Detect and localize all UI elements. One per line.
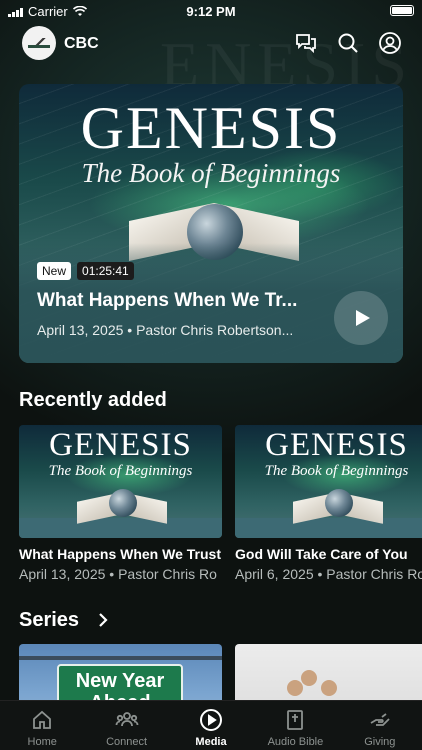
brand-name: CBC bbox=[64, 35, 99, 52]
series-card[interactable]: New Year Ahead bbox=[19, 644, 222, 704]
recently-added-row: GENESIS The Book of Beginnings What Happ… bbox=[19, 425, 422, 585]
tab-audio-bible[interactable]: Audio Bible bbox=[253, 701, 337, 750]
church-logo[interactable] bbox=[22, 26, 56, 60]
thumb-art-subtitle: The Book of Beginnings bbox=[48, 463, 193, 479]
series-heading[interactable]: Series bbox=[19, 609, 79, 632]
series-sign-text: New Year Ahead bbox=[57, 664, 183, 704]
giving-hand-icon bbox=[370, 713, 390, 726]
tab-media[interactable]: Media bbox=[169, 701, 253, 750]
tab-label: Giving bbox=[364, 736, 396, 748]
top-actions bbox=[294, 31, 402, 55]
hero-badges: New 01:25:41 bbox=[37, 262, 134, 280]
media-title: God Will Take Care of You bbox=[235, 546, 408, 562]
media-meta: April 13, 2025 • Pastor Chris Ro bbox=[19, 566, 217, 582]
media-thumbnail: GENESIS The Book of Beginnings bbox=[19, 425, 222, 538]
group-icon bbox=[115, 712, 139, 727]
media-card[interactable]: GENESIS The Book of Beginnings What Happ… bbox=[19, 425, 222, 582]
status-bar: Carrier 9:12 PM bbox=[0, 0, 422, 22]
tab-bar: Home Connect Media Audio Bible Giving bbox=[0, 700, 422, 750]
account-icon[interactable] bbox=[378, 31, 402, 55]
thumb-art-title: GENESIS bbox=[49, 427, 192, 463]
play-button[interactable] bbox=[334, 291, 388, 345]
tab-label: Media bbox=[195, 736, 227, 748]
hero-episode-meta: April 13, 2025 • Pastor Chris Robertson.… bbox=[37, 322, 294, 338]
thumb-art-subtitle: The Book of Beginnings bbox=[264, 463, 409, 479]
tab-label: Audio Bible bbox=[267, 736, 324, 748]
new-badge: New bbox=[37, 262, 72, 280]
tab-giving[interactable]: Giving bbox=[338, 701, 422, 750]
media-meta: April 6, 2025 • Pastor Chris Ro bbox=[235, 566, 422, 582]
series-card[interactable] bbox=[235, 644, 422, 704]
battery-icon bbox=[390, 5, 414, 16]
hero-art-title: GENESIS bbox=[80, 95, 342, 161]
hero-episode-title: What Happens When We Tr... bbox=[37, 290, 298, 311]
media-thumbnail: GENESIS The Book of Beginnings bbox=[235, 425, 422, 538]
top-bar: CBC bbox=[0, 26, 422, 62]
search-icon[interactable] bbox=[336, 31, 360, 55]
home-icon bbox=[33, 710, 52, 729]
media-card[interactable]: GENESIS The Book of Beginnings God Will … bbox=[235, 425, 422, 582]
bible-icon bbox=[287, 710, 304, 730]
tab-label: Home bbox=[27, 736, 57, 748]
duration-badge: 01:25:41 bbox=[77, 262, 134, 280]
play-circle-icon bbox=[200, 709, 223, 731]
play-icon bbox=[355, 310, 370, 326]
tab-label: Connect bbox=[106, 736, 148, 748]
media-title: What Happens When We Trust bbox=[19, 546, 221, 562]
tab-home[interactable]: Home bbox=[0, 701, 84, 750]
tab-connect[interactable]: Connect bbox=[84, 701, 168, 750]
hero-art-subtitle: The Book of Beginnings bbox=[81, 158, 341, 188]
chat-bubbles-icon[interactable] bbox=[294, 31, 318, 55]
status-time: 9:12 PM bbox=[186, 4, 236, 19]
thumb-art-title: GENESIS bbox=[265, 427, 408, 463]
chevron-right-icon[interactable] bbox=[97, 612, 109, 628]
series-row: New Year Ahead bbox=[19, 644, 422, 704]
recently-added-heading: Recently added bbox=[19, 389, 167, 411]
featured-episode-card[interactable]: GENESIS The Book of Beginnings New 01:25… bbox=[19, 84, 403, 363]
